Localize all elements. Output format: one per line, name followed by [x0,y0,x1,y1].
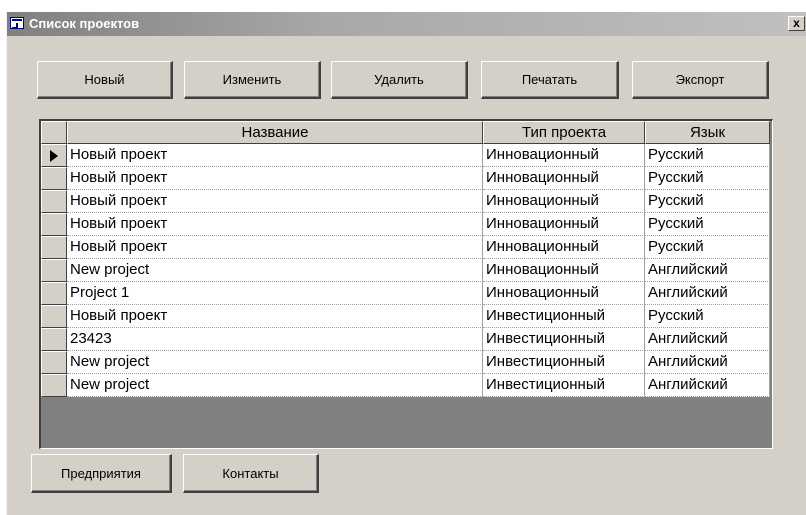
row-selector[interactable] [41,374,67,397]
cell-language[interactable]: Русский [645,213,770,236]
new-button[interactable]: Новый [37,61,173,99]
cell-type[interactable]: Инновационный [483,236,645,259]
cell-name[interactable]: Новый проект [67,167,483,190]
current-record-icon [50,150,58,162]
cell-name[interactable]: New project [67,259,483,282]
row-selector[interactable] [41,259,67,282]
cell-type[interactable]: Инвестиционный [483,374,645,397]
cell-name[interactable]: New project [67,374,483,397]
cell-name[interactable]: Новый проект [67,144,483,167]
cell-language[interactable]: Русский [645,236,770,259]
cell-name[interactable]: Новый проект [67,305,483,328]
cell-type[interactable]: Инвестиционный [483,328,645,351]
cell-language[interactable]: Русский [645,144,770,167]
row-selector[interactable] [41,351,67,374]
cell-type[interactable]: Инвестиционный [483,305,645,328]
cell-type[interactable]: Инновационный [483,190,645,213]
column-header-type[interactable]: Тип проекта [483,121,645,144]
column-header-language[interactable]: Язык [645,121,770,144]
cell-language[interactable]: Английский [645,351,770,374]
form-icon [10,17,24,29]
cell-language[interactable]: Русский [645,305,770,328]
cell-name[interactable]: New project [67,351,483,374]
row-selector[interactable] [41,213,67,236]
cell-name[interactable]: Project 1 [67,282,483,305]
close-button[interactable]: x [788,16,805,31]
cell-type[interactable]: Инновационный [483,144,645,167]
cell-name[interactable]: 23423 [67,328,483,351]
projects-window: Список проектов x Новый Изменить Удалить… [6,12,806,515]
cell-name[interactable]: Новый проект [67,190,483,213]
cell-language[interactable]: Русский [645,167,770,190]
cell-language[interactable]: Английский [645,282,770,305]
export-button[interactable]: Экспорт [632,61,769,99]
cell-language[interactable]: Английский [645,328,770,351]
contacts-button[interactable]: Контакты [183,454,319,493]
cell-type[interactable]: Инновационный [483,167,645,190]
window-title: Список проектов [29,16,140,31]
row-selector[interactable] [41,282,67,305]
column-header-name[interactable]: Название [67,121,483,144]
cell-language[interactable]: Английский [645,259,770,282]
cell-language[interactable]: Английский [645,374,770,397]
enterprises-button[interactable]: Предприятия [31,454,172,493]
cell-name[interactable]: Новый проект [67,236,483,259]
edit-button[interactable]: Изменить [184,61,321,99]
cell-type[interactable]: Инновационный [483,213,645,236]
projects-datasheet[interactable]: Название Тип проекта Язык Новый проект Ин… [39,119,773,449]
row-selector[interactable] [41,236,67,259]
cell-type[interactable]: Инновационный [483,259,645,282]
select-all-cell[interactable] [41,121,67,144]
print-button[interactable]: Печатать [481,61,619,99]
row-selector[interactable] [41,190,67,213]
row-selector[interactable] [41,144,67,167]
cell-name[interactable]: Новый проект [67,213,483,236]
title-bar[interactable]: Список проектов x [7,12,806,36]
row-selector[interactable] [41,167,67,190]
cell-language[interactable]: Русский [645,190,770,213]
row-selector[interactable] [41,305,67,328]
row-selector[interactable] [41,328,67,351]
delete-button[interactable]: Удалить [331,61,468,99]
cell-type[interactable]: Инновационный [483,282,645,305]
cell-type[interactable]: Инвестиционный [483,351,645,374]
